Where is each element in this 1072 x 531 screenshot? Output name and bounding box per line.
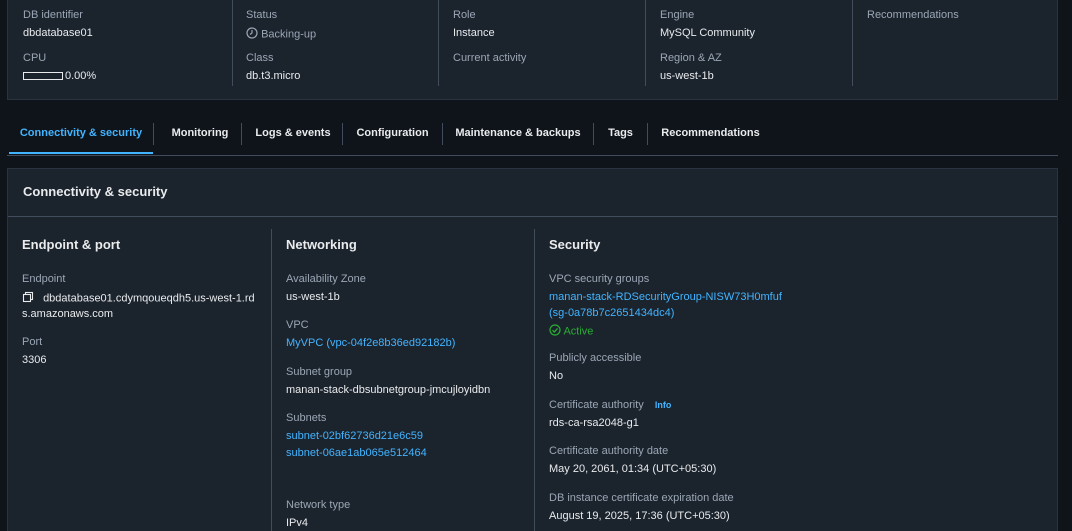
network-type-value: IPv4 bbox=[286, 517, 309, 529]
subnet-link-1[interactable]: subnet-02bf62736d21e6c59 bbox=[286, 430, 423, 442]
networking-title: Networking bbox=[286, 237, 357, 252]
endpoint-label: Endpoint bbox=[22, 273, 66, 285]
region-label: Region & AZ bbox=[660, 52, 722, 64]
cert-expiration-label: DB instance certificate expiration date bbox=[549, 492, 734, 504]
port-value: 3306 bbox=[22, 354, 47, 366]
endpoint-port-section: Endpoint & port Endpoint dbdatabase01.cd… bbox=[8, 229, 271, 531]
tab-configuration[interactable]: Configuration bbox=[348, 118, 437, 154]
endpoint-value-line1: dbdatabase01.cdymqoueqdh5.us-west-1.rd bbox=[43, 292, 255, 305]
ca-date-value: May 20, 2061, 01:34 (UTC+05:30) bbox=[549, 463, 717, 475]
tab-divider bbox=[342, 123, 343, 145]
cpu-value: 0.00% bbox=[65, 70, 97, 82]
tab-monitoring[interactable]: Monitoring bbox=[160, 118, 240, 154]
endpoint-value-line2: s.amazonaws.com bbox=[22, 308, 114, 320]
db-identifier-label: DB identifier bbox=[23, 9, 83, 21]
info-link[interactable]: Info bbox=[655, 400, 672, 410]
tab-recommendations[interactable]: Recommendations bbox=[653, 118, 768, 154]
tab-logs-events[interactable]: Logs & events bbox=[247, 118, 339, 154]
class-value: db.t3.micro bbox=[246, 70, 301, 82]
port-label: Port bbox=[22, 336, 43, 348]
certificate-authority-label-row: Certificate authority Info bbox=[549, 399, 671, 411]
endpoint-value-row: dbdatabase01.cdymqoueqdh5.us-west-1.rd bbox=[22, 291, 255, 306]
certificate-authority-label: Certificate authority bbox=[549, 399, 644, 411]
security-group-id-link[interactable]: (sg-0a78b7c2651434dc4) bbox=[549, 307, 674, 319]
summary-col-engine: Engine MySQL Community Region & AZ us-we… bbox=[645, 0, 852, 86]
ca-date-label: Certificate authority date bbox=[549, 445, 669, 457]
tab-maintenance-backups[interactable]: Maintenance & backups bbox=[448, 118, 588, 154]
security-group-link[interactable]: manan-stack-RDSecurityGroup-NISW73H0mfuf bbox=[549, 291, 782, 303]
tab-divider bbox=[647, 123, 648, 145]
cpu-label: CPU bbox=[23, 52, 47, 64]
connectivity-security-panel: Connectivity & security Endpoint & port … bbox=[7, 168, 1058, 531]
vpc-link[interactable]: MyVPC (vpc-04f2e8b36ed92182b) bbox=[286, 337, 455, 349]
current-activity-label: Current activity bbox=[453, 52, 527, 64]
db-identifier-value: dbdatabase01 bbox=[23, 27, 93, 39]
detail-tabs: Connectivity & security Monitoring Logs … bbox=[7, 118, 1058, 156]
status-label: Status bbox=[246, 9, 278, 21]
status-value-row: Backing-up bbox=[246, 27, 316, 42]
cpu-progress-bar bbox=[23, 72, 63, 80]
security-section: Security VPC security groups manan-stack… bbox=[534, 229, 1058, 531]
role-value: Instance bbox=[453, 27, 495, 39]
panel-title: Connectivity & security bbox=[23, 184, 168, 199]
subnets-label: Subnets bbox=[286, 412, 327, 424]
security-group-status: Active bbox=[549, 324, 593, 339]
clock-icon bbox=[246, 27, 258, 42]
tab-divider bbox=[442, 123, 443, 145]
check-circle-icon bbox=[549, 324, 561, 339]
az-value: us-west-1b bbox=[286, 291, 340, 303]
vpc-security-groups-label: VPC security groups bbox=[549, 273, 650, 285]
summary-col-role: Role Instance Current activity bbox=[438, 0, 645, 86]
region-value: us-west-1b bbox=[660, 70, 714, 82]
role-label: Role bbox=[453, 9, 476, 21]
subnet-group-label: Subnet group bbox=[286, 366, 353, 378]
tab-tags[interactable]: Tags bbox=[598, 118, 643, 154]
network-type-label: Network type bbox=[286, 499, 351, 511]
security-group-status-text: Active bbox=[563, 325, 594, 338]
publicly-accessible-value: No bbox=[549, 370, 564, 382]
recommendations-label: Recommendations bbox=[867, 9, 959, 21]
engine-value: MySQL Community bbox=[660, 27, 755, 39]
tab-divider bbox=[593, 123, 594, 145]
subnet-link-2[interactable]: subnet-06ae1ab065e512464 bbox=[286, 447, 427, 459]
summary-col-identifier: DB identifier dbdatabase01 CPU 0.00% bbox=[8, 0, 232, 86]
tab-divider bbox=[153, 123, 154, 145]
vpc-label: VPC bbox=[286, 319, 309, 331]
copy-icon[interactable] bbox=[22, 291, 34, 306]
cert-expiration-value: August 19, 2025, 17:36 (UTC+05:30) bbox=[549, 510, 730, 522]
subnet-group-value: manan-stack-dbsubnetgroup-jmcujloyidbn bbox=[286, 384, 491, 396]
certificate-authority-value: rds-ca-rsa2048-g1 bbox=[549, 417, 639, 429]
az-label: Availability Zone bbox=[286, 273, 366, 285]
instance-summary: DB identifier dbdatabase01 CPU 0.00% Sta… bbox=[7, 0, 1058, 100]
summary-col-status: Status Backing-up Class db.t3.micro bbox=[232, 0, 438, 86]
tab-connectivity-security[interactable]: Connectivity & security bbox=[9, 118, 153, 154]
security-title: Security bbox=[549, 237, 601, 252]
engine-label: Engine bbox=[660, 9, 695, 21]
endpoint-port-title: Endpoint & port bbox=[22, 237, 121, 252]
class-label: Class bbox=[246, 52, 274, 64]
summary-col-recommendations: Recommendations bbox=[852, 0, 1059, 86]
status-value: Backing-up bbox=[261, 28, 317, 41]
tab-divider bbox=[241, 123, 242, 145]
panel-header: Connectivity & security bbox=[8, 169, 1057, 217]
publicly-accessible-label: Publicly accessible bbox=[549, 352, 642, 364]
networking-section: Networking Availability Zone us-west-1b … bbox=[271, 229, 534, 531]
